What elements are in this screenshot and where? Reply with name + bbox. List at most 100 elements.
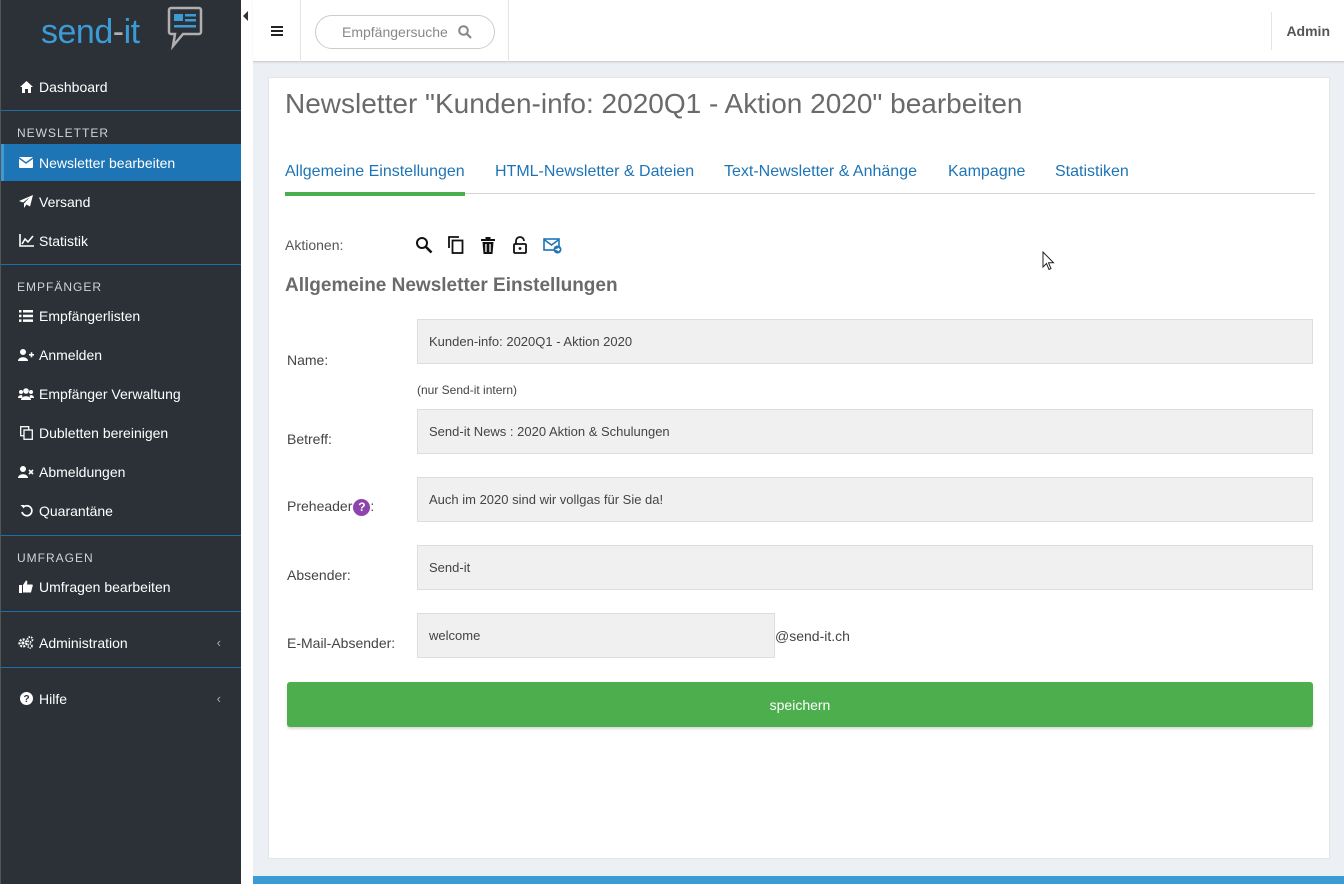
sidebar-item-empfaengerlisten[interactable]: Empfängerlisten bbox=[1, 297, 241, 334]
sidebar-item-label: Empfänger Verwaltung bbox=[39, 385, 181, 402]
sidebar-item-label: Hilfe bbox=[39, 690, 68, 707]
logo-text-dash: - bbox=[112, 13, 124, 51]
sidebar-item-anmelden[interactable]: Anmelden bbox=[1, 336, 241, 373]
tab-text-newsletter[interactable]: Text-Newsletter & Anhänge bbox=[724, 163, 917, 194]
name-label: Name: bbox=[287, 352, 329, 368]
divider bbox=[1, 535, 241, 536]
absender-label: Absender: bbox=[287, 567, 351, 583]
preheader-label-text: Preheader bbox=[287, 498, 353, 514]
tab-allgemeine-einstellungen[interactable]: Allgemeine Einstellungen bbox=[285, 163, 465, 196]
sidebar-item-label: Administration bbox=[39, 634, 128, 651]
sidebar-item-umfragen-bearbeiten[interactable]: Umfragen bearbeiten bbox=[1, 568, 241, 605]
preheader-field[interactable]: Auch im 2020 sind wir vollgas für Sie da… bbox=[417, 477, 1313, 522]
sidebar-item-administration[interactable]: Administration ‹ bbox=[1, 624, 241, 661]
preheader-value: Auch im 2020 sind wir vollgas für Sie da… bbox=[429, 492, 664, 507]
content-panel: Newsletter "Kunden-info: 2020Q1 - Aktion… bbox=[268, 77, 1330, 859]
actions-label: Aktionen: bbox=[285, 237, 344, 253]
name-field[interactable]: Kunden-info: 2020Q1 - Aktion 2020 bbox=[417, 319, 1313, 364]
paper-plane-icon bbox=[18, 195, 34, 209]
sidebar-item-dubletten-bereinigen[interactable]: Dubletten bereinigen bbox=[1, 414, 241, 451]
name-hint: (nur Send-it intern) bbox=[417, 383, 518, 397]
divider bbox=[1, 667, 241, 668]
tab-bar: Allgemeine Einstellungen HTML-Newsletter… bbox=[285, 158, 1315, 196]
betreff-field[interactable]: Send-it News : 2020 Aktion & Schulungen bbox=[417, 409, 1313, 454]
footer-bar bbox=[253, 876, 1344, 884]
logo[interactable]: send-it bbox=[1, 0, 241, 62]
sidebar-item-hilfe[interactable]: ? Hilfe ‹ bbox=[1, 680, 241, 717]
sidebar-item-label: Newsletter bearbeiten bbox=[39, 154, 176, 171]
sidebar-item-versand[interactable]: Versand bbox=[1, 183, 241, 220]
sidebar-item-label: Dashboard bbox=[39, 78, 108, 95]
sidebar-item-empfaenger-verwaltung[interactable]: Empfänger Verwaltung bbox=[1, 375, 241, 412]
sidebar-item-statistik[interactable]: Statistik bbox=[1, 222, 241, 259]
betreff-label: Betreff: bbox=[287, 431, 332, 447]
thumbs-up-icon bbox=[18, 580, 34, 594]
hamburger-icon bbox=[270, 26, 283, 36]
user-plus-icon bbox=[18, 348, 34, 362]
sidebar-item-label: Anmelden bbox=[39, 346, 103, 363]
sidebar-item-label: Umfragen bearbeiten bbox=[39, 578, 171, 595]
sidebar-item-label: Empfängerlisten bbox=[39, 307, 141, 324]
save-button[interactable]: speichern bbox=[287, 682, 1313, 727]
lock-icon[interactable] bbox=[510, 235, 530, 255]
cogs-icon bbox=[18, 636, 34, 650]
section-title: Allgemeine Newsletter Einstellungen bbox=[285, 275, 618, 296]
divider bbox=[1, 110, 241, 111]
betreff-value: Send-it News : 2020 Aktion & Schulungen bbox=[429, 424, 670, 439]
user-times-icon bbox=[18, 465, 34, 479]
user-menu[interactable]: Admin bbox=[1271, 12, 1344, 50]
list-icon bbox=[18, 309, 34, 323]
sidebar-item-label: Versand bbox=[39, 193, 91, 210]
preheader-label: Preheader?: bbox=[287, 498, 374, 516]
divider bbox=[1, 264, 241, 265]
sidebar-item-label: Dubletten bereinigen bbox=[39, 424, 169, 441]
section-header-newsletter: NEWSLETTER bbox=[17, 126, 110, 140]
sidebar-item-quarantaene[interactable]: Quarantäne bbox=[1, 492, 241, 529]
sidebar-item-label: Abmeldungen bbox=[39, 463, 126, 480]
search-icon[interactable] bbox=[414, 235, 434, 255]
section-header-umfragen: UMFRAGEN bbox=[17, 551, 94, 565]
search-area: Empfängersuche bbox=[301, 0, 509, 62]
help-icon[interactable]: ? bbox=[353, 498, 371, 516]
home-icon bbox=[18, 80, 34, 94]
tab-kampagne[interactable]: Kampagne bbox=[948, 163, 1025, 194]
preheader-label-colon: : bbox=[370, 498, 375, 514]
sidebar-item-dashboard[interactable]: Dashboard bbox=[1, 68, 241, 105]
tab-statistiken[interactable]: Statistiken bbox=[1055, 163, 1129, 194]
mail-send-icon[interactable] bbox=[542, 235, 562, 255]
chevron-left-icon: ‹ bbox=[216, 691, 221, 706]
users-icon bbox=[18, 387, 34, 401]
trash-icon[interactable] bbox=[478, 235, 498, 255]
sidebar-item-label: Statistik bbox=[39, 232, 89, 249]
sidebar-item-newsletter-bearbeiten[interactable]: Newsletter bearbeiten bbox=[1, 144, 241, 181]
absender-field[interactable]: Send-it bbox=[417, 545, 1313, 590]
copy-icon bbox=[18, 425, 34, 440]
section-header-empfaenger: EMPFÄNGER bbox=[17, 280, 103, 294]
name-value: Kunden-info: 2020Q1 - Aktion 2020 bbox=[429, 334, 633, 349]
email-domain: @send-it.ch bbox=[775, 628, 850, 644]
copy-icon[interactable] bbox=[446, 235, 466, 255]
sidebar-item-label: Quarantäne bbox=[39, 502, 113, 519]
email-absender-field[interactable]: welcome bbox=[417, 613, 775, 658]
email-absender-label: E-Mail-Absender: bbox=[287, 635, 396, 651]
email-absender-value: welcome bbox=[429, 628, 481, 643]
sidebar-item-abmeldungen[interactable]: Abmeldungen bbox=[1, 453, 241, 490]
page-title: Newsletter "Kunden-info: 2020Q1 - Aktion… bbox=[285, 88, 1023, 119]
sidebar-collapse-strip[interactable] bbox=[241, 0, 253, 884]
absender-value: Send-it bbox=[429, 560, 471, 575]
chevron-left-icon: ‹ bbox=[216, 635, 221, 650]
divider bbox=[1, 611, 241, 612]
topbar: Empfängersuche Admin bbox=[253, 0, 1344, 62]
sidebar: send-it Dashboard NEWSLETTER Newsletter … bbox=[0, 0, 241, 884]
undo-icon bbox=[18, 504, 34, 518]
menu-toggle-button[interactable] bbox=[253, 0, 301, 62]
envelope-icon bbox=[18, 156, 34, 170]
tab-html-newsletter[interactable]: HTML-Newsletter & Dateien bbox=[495, 163, 694, 194]
logo-text-it: it bbox=[123, 13, 141, 51]
search-icon[interactable] bbox=[458, 25, 472, 39]
question-circle-icon: ? bbox=[18, 692, 34, 706]
mouse-cursor-icon bbox=[1042, 251, 1055, 271]
logo-text-send: send bbox=[41, 13, 113, 51]
recipient-search-input[interactable]: Empfängersuche bbox=[315, 15, 495, 49]
collapse-arrow-icon[interactable] bbox=[243, 11, 248, 21]
